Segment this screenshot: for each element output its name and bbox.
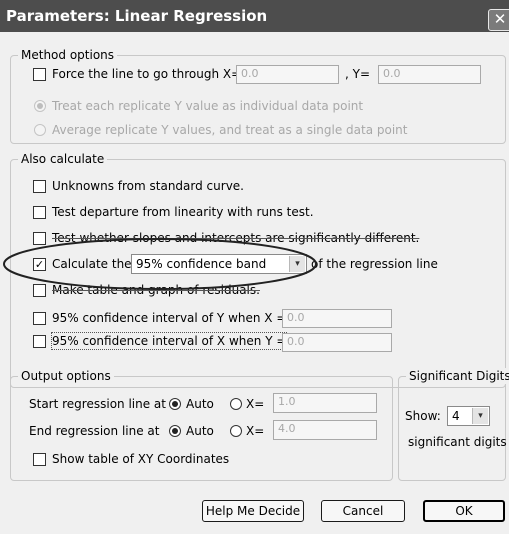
unknowns-label: Unknowns from standard curve. <box>52 179 244 193</box>
end-x-input[interactable]: 4.0 <box>273 420 377 440</box>
confidence-band-checkbox[interactable]: ✓ <box>33 258 46 271</box>
end-x-radio[interactable] <box>230 425 242 437</box>
method-options-legend: Method options <box>18 47 118 63</box>
output-options-legend: Output options <box>18 368 114 384</box>
significant-digits-group: Significant Digits <box>398 368 509 481</box>
also-calculate-legend: Also calculate <box>18 151 108 167</box>
help-me-decide-button[interactable]: Help Me Decide <box>202 500 304 522</box>
ci-x-label: 95% confidence interval of X when Y = <box>50 332 288 350</box>
end-auto-label: Auto <box>186 424 214 438</box>
title-bar: Parameters: Linear Regression ✕ <box>0 0 509 32</box>
digits-value: 4 <box>452 409 460 423</box>
end-x-label: X= <box>246 424 265 438</box>
ci-x-checkbox[interactable] <box>33 335 46 348</box>
ci-y-input[interactable]: 0.0 <box>282 309 392 328</box>
slopes-test-checkbox[interactable] <box>33 232 46 245</box>
ci-y-label: 95% confidence interval of Y when X = <box>52 311 287 325</box>
start-x-radio[interactable] <box>230 398 242 410</box>
confidence-band-label: Calculate the <box>52 257 132 271</box>
chevron-down-icon[interactable]: ▾ <box>289 256 305 272</box>
ci-y-checkbox[interactable] <box>33 312 46 325</box>
dialog-body: Method options Force the line to go thro… <box>0 32 509 534</box>
start-x-input[interactable]: 1.0 <box>273 393 377 413</box>
end-line-label: End regression line at <box>29 424 160 438</box>
slopes-test-label: Test whether slopes and intercepts are s… <box>52 231 420 245</box>
end-auto-radio[interactable] <box>169 425 181 437</box>
residuals-label: Make table and graph of residuals. <box>52 283 260 297</box>
window-title: Parameters: Linear Regression <box>6 7 268 25</box>
confidence-band-suffix: of the regression line <box>311 257 438 271</box>
ci-x-input[interactable]: 0.0 <box>282 333 392 352</box>
show-table-checkbox[interactable] <box>33 453 46 466</box>
residuals-checkbox[interactable] <box>33 284 46 297</box>
cancel-button[interactable]: Cancel <box>321 500 405 522</box>
force-line-label: Force the line to go through X= <box>52 67 242 81</box>
show-digits-label: Show: <box>405 409 441 423</box>
show-table-label: Show table of XY Coordinates <box>52 452 230 466</box>
close-icon[interactable]: ✕ <box>488 9 509 31</box>
digits-select[interactable]: 4 ▾ <box>447 406 490 426</box>
significant-digits-legend: Significant Digits <box>406 368 509 384</box>
confidence-band-select[interactable]: 95% confidence band ▾ <box>131 254 307 274</box>
force-line-checkbox[interactable] <box>33 68 46 81</box>
confidence-band-value: 95% confidence band <box>136 257 267 271</box>
runs-test-label: Test departure from linearity with runs … <box>52 205 314 219</box>
significant-digits-suffix: significant digits <box>408 435 507 449</box>
replicate-average-label: Average replicate Y values, and treat as… <box>52 123 408 137</box>
force-y-label: , Y= <box>345 67 371 81</box>
start-x-label: X= <box>246 397 265 411</box>
ok-button[interactable]: OK <box>423 500 505 522</box>
force-x-input[interactable]: 0.0 <box>236 65 339 84</box>
runs-test-checkbox[interactable] <box>33 206 46 219</box>
replicate-average-radio[interactable] <box>34 124 46 136</box>
start-auto-radio[interactable] <box>169 398 181 410</box>
unknowns-checkbox[interactable] <box>33 180 46 193</box>
replicate-individual-label: Treat each replicate Y value as individu… <box>52 99 364 113</box>
start-line-label: Start regression line at <box>29 397 166 411</box>
digits-chevron-down-icon[interactable]: ▾ <box>472 408 488 424</box>
force-y-input[interactable]: 0.0 <box>378 65 481 84</box>
replicate-individual-radio[interactable] <box>34 100 46 112</box>
start-auto-label: Auto <box>186 397 214 411</box>
